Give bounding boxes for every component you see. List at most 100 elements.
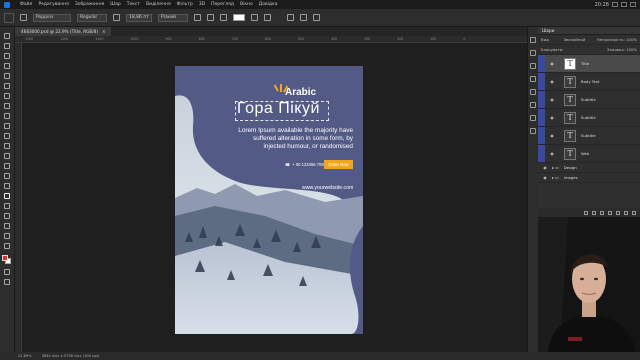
anti-alias-select[interactable]: Різкий xyxy=(158,13,188,22)
shape-tool-icon[interactable] xyxy=(4,213,10,219)
warp-text-icon[interactable] xyxy=(251,14,258,21)
align-right-icon[interactable] xyxy=(220,14,227,21)
poster-headline[interactable]: Гора Пікуй xyxy=(237,100,327,118)
dodge-tool-icon[interactable] xyxy=(4,173,10,179)
menu-select[interactable]: Виділення xyxy=(146,2,171,7)
quick-select-tool-icon[interactable] xyxy=(4,63,10,69)
align-left-icon[interactable] xyxy=(194,14,201,21)
font-family-select[interactable]: Poppins xyxy=(33,13,71,22)
menu-layer[interactable]: Шар xyxy=(110,2,120,7)
gradient-tool-icon[interactable] xyxy=(4,153,10,159)
add-mask-icon[interactable] xyxy=(600,210,604,215)
clone-stamp-tool-icon[interactable] xyxy=(4,123,10,129)
commit-icon[interactable] xyxy=(300,14,307,21)
3d-icon[interactable] xyxy=(313,14,320,21)
close-tab-icon[interactable]: × xyxy=(102,29,106,34)
orientation-toggle-icon[interactable] xyxy=(20,14,27,21)
properties-panel-icon[interactable] xyxy=(530,76,536,82)
more-tools-icon[interactable] xyxy=(4,243,10,249)
layer-group-row[interactable]: ◉ ▸ ▭ Images xyxy=(538,173,640,183)
group-name[interactable]: Design xyxy=(564,165,577,170)
type-tool-icon[interactable] xyxy=(4,193,10,199)
zoom-tool-icon[interactable] xyxy=(4,233,10,239)
menu-view[interactable]: Перегляд xyxy=(211,2,234,7)
adjustments-panel-icon[interactable] xyxy=(530,89,536,95)
blend-mode-select[interactable]: Звичайний xyxy=(564,37,586,42)
align-center-icon[interactable] xyxy=(207,14,214,21)
text-color-swatch[interactable] xyxy=(233,14,245,21)
layer-row[interactable]: ◉ T Web xyxy=(538,145,640,163)
poster-artboard[interactable]: Arabic Гора Пікуй Lorem Ipsum available … xyxy=(175,66,363,334)
move-tool-icon[interactable] xyxy=(4,33,10,39)
new-layer-icon[interactable] xyxy=(624,210,628,215)
visibility-eye-icon[interactable]: ◉ xyxy=(540,165,550,170)
layer-group-row[interactable]: ◉ ▸ ▭ Design xyxy=(538,163,640,173)
pen-tool-icon[interactable] xyxy=(4,183,10,189)
layer-name[interactable]: Body Text xyxy=(581,79,599,84)
glyphs-panel-icon[interactable] xyxy=(530,128,536,134)
close-window-button[interactable] xyxy=(630,2,636,7)
visibility-eye-icon[interactable]: ◉ xyxy=(540,175,550,180)
fill-field[interactable]: Заливка: 100% xyxy=(607,47,637,52)
lasso-tool-icon[interactable] xyxy=(4,53,10,59)
layer-name[interactable]: Title xyxy=(581,61,589,66)
visibility-eye-icon[interactable]: ◉ xyxy=(547,97,557,102)
order-now-button[interactable]: Order Now xyxy=(324,160,353,169)
layer-name[interactable]: Subtitle xyxy=(581,115,596,120)
history-panel-icon[interactable] xyxy=(530,37,536,43)
zoom-level[interactable]: 22,89% xyxy=(18,354,32,358)
link-layers-icon[interactable] xyxy=(584,210,588,215)
healing-tool-icon[interactable] xyxy=(4,103,10,109)
layer-row[interactable]: ◉ T Subtitle xyxy=(538,109,640,127)
eyedropper-tool-icon[interactable] xyxy=(4,93,10,99)
paragraph-panel-icon[interactable] xyxy=(530,115,536,121)
layers-tab[interactable]: Шари xyxy=(538,27,640,35)
hand-tool-icon[interactable] xyxy=(4,223,10,229)
visibility-eye-icon[interactable]: ◉ xyxy=(547,133,557,138)
brush-tool-icon[interactable] xyxy=(4,113,10,119)
font-size-select[interactable]: 18,86 пт xyxy=(126,13,152,22)
path-select-tool-icon[interactable] xyxy=(4,203,10,209)
menu-file[interactable]: Файл xyxy=(20,2,32,7)
screen-mode-icon[interactable] xyxy=(4,279,10,285)
layer-row[interactable]: ◉ T Body Text xyxy=(538,73,640,91)
delete-layer-icon[interactable] xyxy=(632,210,636,215)
adjustment-layer-icon[interactable] xyxy=(608,210,612,215)
history-brush-tool-icon[interactable] xyxy=(4,133,10,139)
layer-row[interactable]: ◉ T Title xyxy=(538,55,640,73)
menu-filter[interactable]: Фільтр xyxy=(177,2,193,7)
layer-name[interactable]: Subtitle xyxy=(581,133,596,138)
quick-mask-icon[interactable] xyxy=(4,269,10,275)
swatches-panel-icon[interactable] xyxy=(530,63,536,69)
layer-row[interactable]: ◉ T Subtitle xyxy=(538,127,640,145)
layer-style-icon[interactable] xyxy=(592,210,596,215)
minimize-button[interactable] xyxy=(612,2,618,7)
visibility-eye-icon[interactable]: ◉ xyxy=(547,79,557,84)
marquee-tool-icon[interactable] xyxy=(4,43,10,49)
group-name[interactable]: Images xyxy=(564,175,578,180)
color-panel-icon[interactable] xyxy=(530,50,536,56)
blur-tool-icon[interactable] xyxy=(4,163,10,169)
visibility-eye-icon[interactable]: ◉ xyxy=(547,61,557,66)
character-panel-icon[interactable] xyxy=(264,14,271,21)
character-panel-icon[interactable] xyxy=(530,102,536,108)
visibility-eye-icon[interactable]: ◉ xyxy=(547,115,557,120)
menu-window[interactable]: Вікно xyxy=(240,2,253,7)
menu-type[interactable]: Текст xyxy=(127,2,140,7)
layer-filter-select[interactable]: Вид xyxy=(541,37,549,42)
eraser-tool-icon[interactable] xyxy=(4,143,10,149)
color-swatches[interactable] xyxy=(2,255,12,265)
menu-help[interactable]: Довідка xyxy=(259,2,278,7)
crop-tool-icon[interactable] xyxy=(4,73,10,79)
opacity-field[interactable]: Непрозорість: 100% xyxy=(597,37,637,42)
menu-3d[interactable]: 3D xyxy=(199,2,205,7)
menu-edit[interactable]: Редагування xyxy=(38,2,68,7)
font-style-select[interactable]: Regular xyxy=(77,13,107,22)
visibility-eye-icon[interactable]: ◉ xyxy=(547,151,557,156)
layer-row[interactable]: ◉ T Subtitle xyxy=(538,91,640,109)
layer-name[interactable]: Web xyxy=(581,151,589,156)
maximize-button[interactable] xyxy=(621,2,627,7)
frame-tool-icon[interactable] xyxy=(4,83,10,89)
cancel-icon[interactable] xyxy=(287,14,294,21)
document-tab[interactable]: 4683000.psd @ 22,9% (Title, RGB/8) × xyxy=(15,27,112,36)
